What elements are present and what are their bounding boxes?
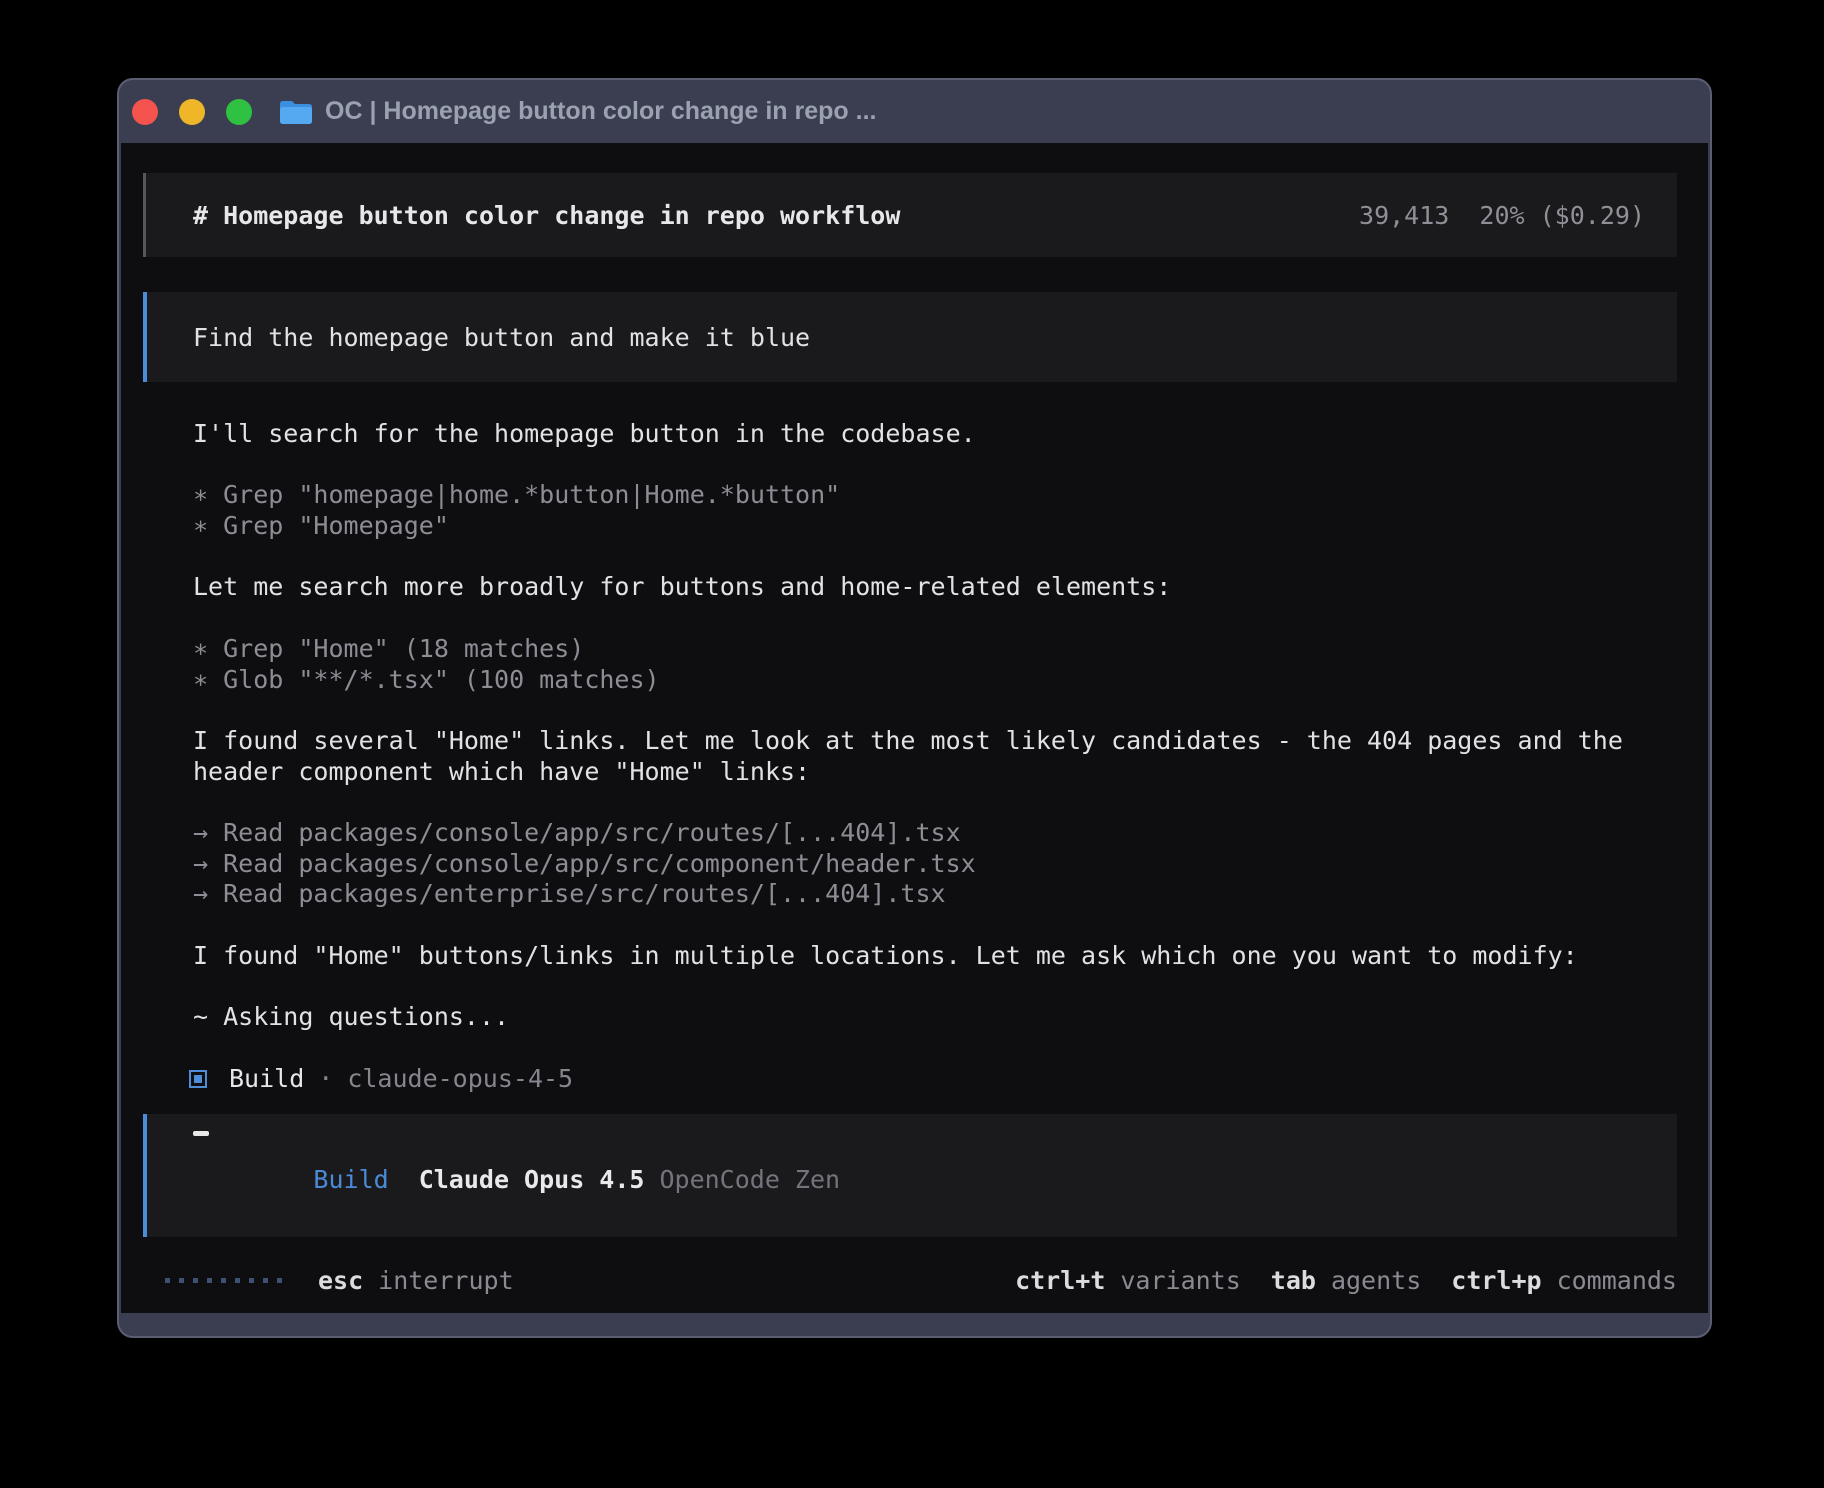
transcript-line: ∗ Grep "Home" (18 matches) xyxy=(193,634,1677,665)
transcript-line xyxy=(193,971,1677,1002)
agent-status-row: Build · claude-opus-4-5 xyxy=(189,1063,1677,1094)
transcript-line: header component which have "Home" links… xyxy=(193,757,1677,788)
terminal-content: # Homepage button color change in repo w… xyxy=(121,143,1708,1313)
transcript-line: I found "Home" buttons/links in multiple… xyxy=(193,941,1677,972)
agent-separator: · xyxy=(318,1064,333,1093)
transcript-line: ∗ Grep "homepage|home.*button|Home.*butt… xyxy=(193,480,1677,511)
transcript-line xyxy=(193,787,1677,818)
minimize-button[interactable] xyxy=(179,99,205,125)
transcript-line: Let me search more broadly for buttons a… xyxy=(193,572,1677,603)
transcript-line: I found several "Home" links. Let me loo… xyxy=(193,726,1677,757)
transcript-line: → Read packages/console/app/src/routes/[… xyxy=(193,818,1677,849)
input-model-row: Build Claude Opus 4.5 OpenCode Zen xyxy=(193,1136,1677,1223)
transcript-line xyxy=(193,910,1677,941)
transcript-line xyxy=(193,603,1677,634)
input-provider: OpenCode Zen xyxy=(659,1165,840,1194)
transcript: I'll search for the homepage button in t… xyxy=(143,419,1677,1063)
transcript-line xyxy=(193,542,1677,573)
transcript-line xyxy=(193,695,1677,726)
transcript-line: ∗ Glob "**/*.tsx" (100 matches) xyxy=(193,665,1677,696)
zoom-button[interactable] xyxy=(226,99,252,125)
prompt-input[interactable]: Build Claude Opus 4.5 OpenCode Zen xyxy=(143,1114,1677,1237)
transcript-line: ∗ Grep "Homepage" xyxy=(193,511,1677,542)
close-button[interactable] xyxy=(132,99,158,125)
esc-action-label: interrupt xyxy=(378,1266,513,1295)
esc-key-hint: esc xyxy=(318,1266,363,1295)
square-in-square-icon xyxy=(189,1070,207,1088)
dots-spinner-icon xyxy=(165,1278,282,1283)
session-header: # Homepage button color change in repo w… xyxy=(143,173,1677,257)
shortcut-hint: ctrl+pcommands xyxy=(1451,1266,1677,1295)
shortcut-hints: ctrl+tvariants tabagents ctrl+pcommands xyxy=(1015,1266,1677,1295)
transcript-line: I'll search for the homepage button in t… xyxy=(193,419,1677,450)
session-stats: 39,413 20% ($0.29) xyxy=(1359,201,1645,230)
transcript-line: ~ Asking questions... xyxy=(193,1002,1677,1033)
transcript-line: → Read packages/console/app/src/componen… xyxy=(193,849,1677,880)
terminal-window: OC | Homepage button color change in rep… xyxy=(117,78,1712,1338)
titlebar[interactable]: OC | Homepage button color change in rep… xyxy=(119,80,1710,143)
transcript-line xyxy=(193,1033,1677,1064)
transcript-line: → Read packages/enterprise/src/routes/[.… xyxy=(193,879,1677,910)
agent-name: Build xyxy=(229,1064,304,1093)
folder-icon xyxy=(279,98,313,126)
shortcut-hint: ctrl+tvariants xyxy=(1015,1266,1241,1295)
session-title: # Homepage button color change in repo w… xyxy=(193,201,900,230)
statusbar: esc interrupt ctrl+tvariants tabagents c… xyxy=(143,1264,1677,1296)
transcript-line xyxy=(193,450,1677,481)
user-message: Find the homepage button and make it blu… xyxy=(143,292,1677,382)
input-mode-label[interactable]: Build xyxy=(313,1165,388,1194)
window-title: OC | Homepage button color change in rep… xyxy=(325,97,876,126)
input-model-name[interactable]: Claude Opus 4.5 xyxy=(419,1165,645,1194)
user-message-text: Find the homepage button and make it blu… xyxy=(193,323,810,352)
shortcut-hint: tabagents xyxy=(1271,1266,1421,1295)
agent-model: claude-opus-4-5 xyxy=(347,1064,573,1093)
